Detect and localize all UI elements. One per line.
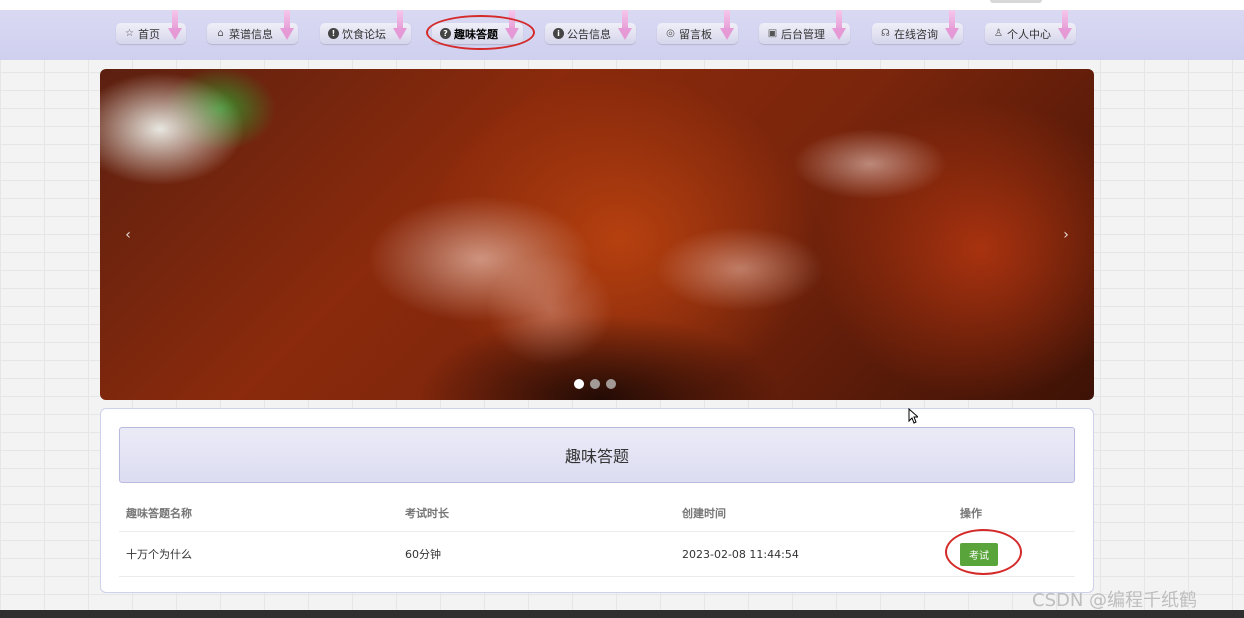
top-bar-handle <box>990 0 1042 3</box>
arrow-down-icon <box>832 10 846 44</box>
nav-item-notices[interactable]: i 公告信息 <box>545 10 636 44</box>
nav-item-home[interactable]: ☆ 首页 <box>116 10 186 44</box>
arrow-down-icon <box>720 10 734 44</box>
quiz-panel: 趣味答题 趣味答题名称 考试时长 创建时间 操作 十万个为什么 60分钟 202… <box>100 408 1094 593</box>
carousel-next-button[interactable]: › <box>1058 225 1074 245</box>
nav-item-label: 公告信息 <box>567 27 611 41</box>
message-icon: ◎ <box>666 28 675 39</box>
star-icon: ☆ <box>125 28 134 39</box>
headset-icon: ☊ <box>881 28 890 39</box>
quiz-name-cell: 十万个为什么 <box>126 548 192 561</box>
quiz-panel-title: 趣味答题 <box>119 427 1075 483</box>
quiz-action-cell: 考试 <box>953 542 1075 566</box>
bag-icon: ⌂ <box>217 28 224 39</box>
nav-item-label: 菜谱信息 <box>229 27 273 41</box>
arrow-down-icon <box>1058 10 1072 44</box>
nav-item-label: 个人中心 <box>1007 27 1051 41</box>
question-icon: ? <box>440 28 451 39</box>
table-header: 趣味答题名称 考试时长 创建时间 操作 <box>119 495 1075 532</box>
column-header-name: 趣味答题名称 <box>126 507 192 520</box>
nav-item-label: 在线咨询 <box>894 27 938 41</box>
carousel-prev-button[interactable]: ‹ <box>120 225 136 245</box>
arrow-down-icon <box>618 10 632 44</box>
column-header-created: 创建时间 <box>682 507 726 520</box>
nav-item-admin[interactable]: ▣ 后台管理 <box>759 10 850 44</box>
carousel-indicators <box>574 379 616 389</box>
arrow-down-icon <box>280 10 294 44</box>
column-header-duration: 考试时长 <box>405 507 449 520</box>
nav-item-label: 趣味答题 <box>454 27 498 41</box>
arrow-down-icon <box>168 10 182 44</box>
nav-item-label: 后台管理 <box>781 27 825 41</box>
top-strip <box>0 0 1244 10</box>
carousel-dot-3[interactable] <box>606 379 616 389</box>
nav-item-forum[interactable]: ! 饮食论坛 <box>320 10 411 44</box>
carousel-dot-1[interactable] <box>574 379 584 389</box>
info-icon: i <box>553 28 564 39</box>
watermark-text: CSDN @编程千纸鹤 <box>1032 590 1198 611</box>
nav-item-consult[interactable]: ☊ 在线咨询 <box>872 10 963 44</box>
arrow-down-icon <box>945 10 959 44</box>
briefcase-icon: ▣ <box>767 28 778 39</box>
user-icon: ♙ <box>994 28 1003 39</box>
carousel-banner: ‹ › <box>100 69 1094 400</box>
nav-item-quiz[interactable]: ? 趣味答题 <box>432 10 523 44</box>
nav-item-profile[interactable]: ♙ 个人中心 <box>985 10 1076 44</box>
nav-item-guestbook[interactable]: ◎ 留言板 <box>657 10 738 44</box>
mouse-pointer-icon <box>908 408 918 424</box>
column-header-action: 操作 <box>960 507 982 520</box>
quiz-created-cell: 2023-02-08 11:44:54 <box>682 547 799 561</box>
nav-item-label: 留言板 <box>679 27 712 41</box>
quiz-table: 趣味答题名称 考试时长 创建时间 操作 十万个为什么 60分钟 2023-02-… <box>119 495 1075 577</box>
nav-item-label: 饮食论坛 <box>342 27 386 41</box>
arrow-down-icon <box>505 10 519 44</box>
arrow-down-icon <box>393 10 407 44</box>
carousel-dot-2[interactable] <box>590 379 600 389</box>
start-exam-button[interactable]: 考试 <box>960 542 998 566</box>
info-icon: ! <box>328 28 339 39</box>
table-row: 十万个为什么 60分钟 2023-02-08 11:44:54 考试 <box>119 532 1075 577</box>
nav-item-recipes[interactable]: ⌂ 菜谱信息 <box>207 10 298 44</box>
quiz-duration-cell: 60分钟 <box>405 548 441 561</box>
main-nav: ☆ 首页 ⌂ 菜谱信息 ! 饮食论坛 ? 趣味答题 i 公告信息 ◎ 留言板 ▣… <box>0 10 1244 60</box>
nav-item-label: 首页 <box>138 27 160 41</box>
